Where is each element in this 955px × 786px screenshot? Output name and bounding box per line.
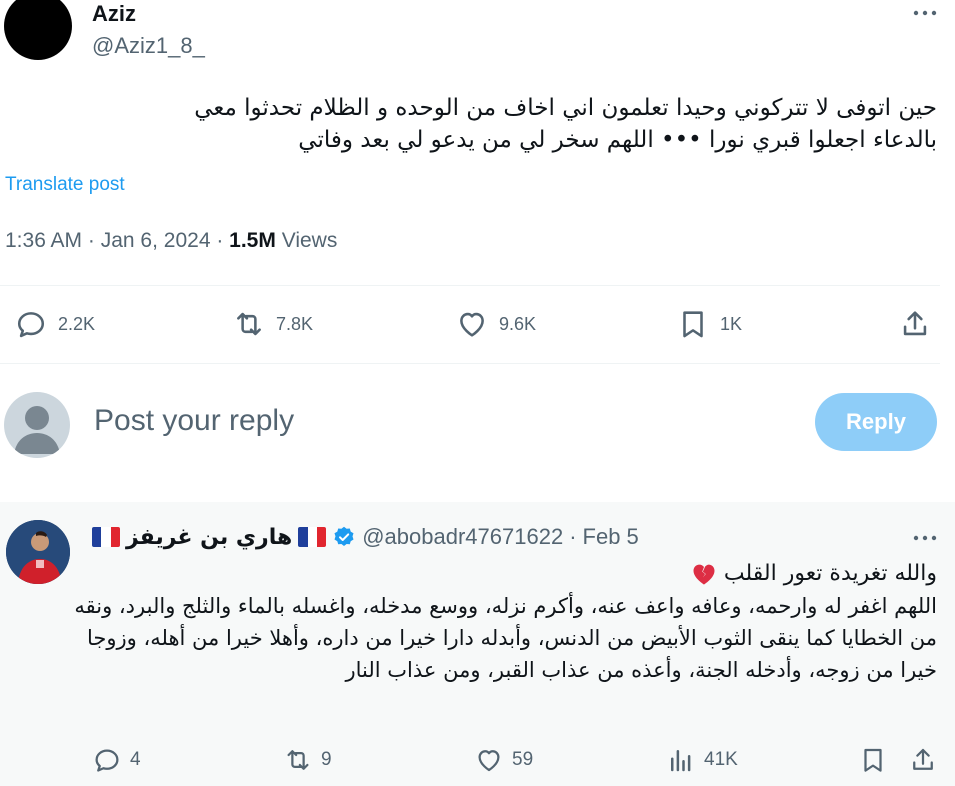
repost-action[interactable]: 9 <box>283 745 332 775</box>
reply-text-first-line: والله تغريدة تعور القلب <box>690 558 937 590</box>
author-avatar[interactable] <box>4 0 72 60</box>
post-date[interactable]: Jan 6, 2024 <box>101 229 211 252</box>
bookmark-icon <box>858 745 888 775</box>
share-button[interactable] <box>908 745 938 775</box>
reply-date[interactable]: Feb 5 <box>583 524 639 550</box>
reply-action[interactable]: 4 <box>92 745 141 775</box>
post-text-line-2: بالدعاء اجعلوا قبري نورا ••• اللهم سخر ل… <box>298 127 937 153</box>
reply-count: 4 <box>130 749 141 770</box>
reply-button[interactable]: Reply <box>815 393 937 451</box>
views-label: Views <box>281 229 338 252</box>
post-text-line-1: حين اتوفى لا تتركوني وحيدا تعلمون اني اخ… <box>194 95 937 121</box>
share-button[interactable] <box>898 307 932 341</box>
bookmark-action[interactable]: 1K <box>676 307 742 341</box>
flag-france-icon <box>92 527 120 547</box>
repost-icon <box>232 307 266 341</box>
reply-icon <box>14 307 48 341</box>
share-icon <box>908 745 938 775</box>
broken-heart-icon <box>690 560 718 588</box>
more-icon[interactable] <box>912 2 938 24</box>
verified-icon <box>332 525 356 549</box>
views-action[interactable]: 41K <box>666 745 738 775</box>
reply-author-name[interactable]: هاري بن غريفز <box>126 525 292 550</box>
reply-icon <box>92 745 122 775</box>
views-count: 41K <box>704 749 738 770</box>
repost-count: 7.8K <box>276 313 314 334</box>
reply-count: 2.2K <box>58 313 96 334</box>
more-icon[interactable] <box>912 527 938 549</box>
reply-header: هاري بن غريفز @abobadr47671622 · Feb 5 <box>92 524 639 550</box>
repost-action[interactable]: 7.8K <box>232 307 313 341</box>
like-icon <box>455 307 489 341</box>
reply-input[interactable]: Post your reply <box>94 404 294 438</box>
bookmark-icon <box>676 307 710 341</box>
reply-author-handle[interactable]: @abobadr47671622 <box>362 524 563 550</box>
author-name[interactable]: Aziz <box>92 2 136 26</box>
post-meta: 1:36 AM · Jan 6, 2024 · 1.5M Views <box>5 229 338 252</box>
like-count: 9.6K <box>499 313 537 334</box>
bookmark-button[interactable] <box>858 745 888 775</box>
divider <box>0 363 940 364</box>
translate-post-link[interactable]: Translate post <box>5 174 125 196</box>
post-text: حين اتوفى لا تتركوني وحيدا تعلمون اني اخ… <box>37 92 937 156</box>
user-avatar[interactable] <box>4 392 70 458</box>
flag-france-icon <box>298 527 327 547</box>
reply-author-avatar[interactable] <box>6 520 70 584</box>
repost-count: 9 <box>321 749 332 770</box>
divider <box>0 285 940 286</box>
author-handle[interactable]: @Aziz1_8_ <box>92 33 205 59</box>
player-avatar-image <box>6 520 70 584</box>
views-icon <box>666 745 696 775</box>
like-count: 59 <box>512 749 534 770</box>
like-icon <box>474 745 504 775</box>
post-time[interactable]: 1:36 AM <box>5 229 82 252</box>
like-action[interactable]: 59 <box>474 745 533 775</box>
default-avatar-icon <box>14 406 60 454</box>
bookmark-count: 1K <box>720 313 743 334</box>
reply-text-line-1: والله تغريدة تعور القلب <box>723 561 937 586</box>
views-count: 1.5M <box>229 229 276 252</box>
repost-icon <box>283 745 313 775</box>
reply-text-body: اللهم اغفر له وارحمه، وعافه واعف عنه، وأ… <box>74 594 937 682</box>
share-icon <box>898 307 932 341</box>
reply-action[interactable]: 2.2K <box>14 307 95 341</box>
like-action[interactable]: 9.6K <box>455 307 536 341</box>
